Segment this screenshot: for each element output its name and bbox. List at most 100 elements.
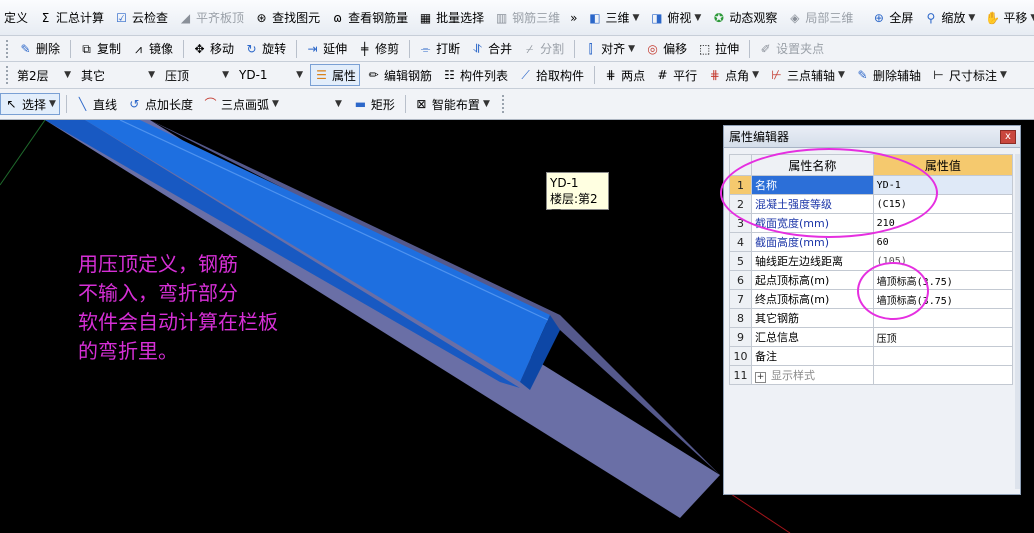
chevron-down-icon: ▼	[296, 70, 303, 80]
view-rebar-button[interactable]: ɷ 查看钢筋量	[326, 7, 412, 29]
component-name-select[interactable]: YD-1 ▼	[236, 65, 306, 85]
align-icon: ⫿	[588, 41, 593, 56]
property-value-field[interactable]	[872, 365, 1014, 385]
property-group-display-style[interactable]: + 显示样式	[750, 365, 874, 385]
sigma-icon: Σ	[41, 10, 50, 25]
copy-button[interactable]: ⧉ 复制	[75, 38, 125, 60]
top-view-button[interactable]: ◨ 俯视 ▼	[645, 7, 705, 29]
component-type-select[interactable]: 其它 ▼	[78, 65, 158, 85]
offset-button[interactable]: ◎ 偏移	[641, 38, 691, 60]
close-button[interactable]: x	[1000, 129, 1016, 144]
chevron-down-icon: ▼	[334, 99, 342, 109]
mirror-icon: ⩘	[135, 41, 142, 56]
property-row-summary-info[interactable]: 9 汇总信息 压顶	[729, 327, 1014, 347]
close-icon: x	[1005, 131, 1011, 142]
extend-button[interactable]: ⇥ 延伸	[301, 38, 351, 60]
properties-button[interactable]: ☰ 属性	[310, 64, 361, 86]
cloud-check-button[interactable]: ☑ 云检查	[110, 7, 172, 29]
property-row-section-height[interactable]: 4 截面高度(mm) 60	[729, 232, 1014, 252]
delete-axis-label: 删除辅轴	[872, 68, 921, 83]
property-row-display-style[interactable]: 11 + 显示样式	[729, 365, 1014, 385]
zoom-fit-icon: ⊕	[873, 10, 884, 25]
offset-label: 偏移	[663, 42, 688, 56]
three-point-arc-button[interactable]: ⌒ 三点画弧 ▼	[199, 93, 283, 115]
point-length-label: 点加长度	[144, 97, 193, 112]
find-element-label: 查找图元	[272, 11, 321, 25]
parallel-axis-icon: #	[657, 68, 668, 82]
dimension-button[interactable]: ⊢ 尺寸标注 ▼	[927, 64, 1011, 86]
arc-mode-select[interactable]: ▼	[285, 94, 345, 114]
toolbar-separator	[70, 39, 72, 58]
parallel-label: 平行	[673, 68, 698, 83]
property-editor-scrollbar[interactable]	[1015, 154, 1020, 489]
property-value-field[interactable]: 压顶	[872, 327, 1014, 347]
edit-rebar-button[interactable]: ✏ 编辑钢筋	[362, 64, 436, 86]
property-name: 显示样式	[770, 369, 815, 382]
grip-point-icon: ✐	[760, 41, 771, 56]
align-slab-top-button[interactable]: ◢ 平齐板顶	[174, 7, 248, 29]
component-category-select[interactable]: 压顶 ▼	[162, 65, 232, 85]
delete-axis-button[interactable]: ✎ 删除辅轴	[851, 64, 925, 86]
chevron-down-icon: ▼	[148, 70, 155, 80]
toolbar-grip[interactable]	[6, 39, 10, 58]
floor-select-value: 第2层	[17, 68, 49, 83]
line-button[interactable]: ╲ 直线	[71, 93, 121, 115]
rotate-button[interactable]: ↻ 旋转	[240, 38, 290, 60]
sum-calc-button[interactable]: Σ 汇总计算	[34, 7, 108, 29]
rebar-3d-button[interactable]: ▥ 钢筋三维	[490, 7, 564, 29]
point-length-button[interactable]: ↺ 点加长度	[123, 93, 197, 115]
set-grip-button[interactable]: ✐ 设置夹点	[754, 38, 828, 60]
full-screen-button[interactable]: ⊕ 全屏	[867, 7, 917, 29]
pick-component-button[interactable]: ⟋ 拾取构件	[514, 64, 588, 86]
three-point-axis-button[interactable]: ⊬ 三点辅轴 ▼	[765, 64, 849, 86]
cloud-check-label: 云检查	[132, 11, 169, 25]
property-row-remarks[interactable]: 10 备注	[729, 346, 1014, 366]
chevron-down-icon: ▼	[271, 99, 279, 109]
local-3d-button[interactable]: ◈ 局部三维	[783, 7, 857, 29]
split-button[interactable]: ⌿ 分割	[518, 38, 568, 60]
trim-button[interactable]: ╪ 修剪	[353, 38, 403, 60]
stretch-button[interactable]: ⬚ 拉伸	[693, 38, 743, 60]
smart-layout-button[interactable]: ⊠ 智能布置 ▼	[410, 93, 494, 115]
smart-layout-icon: ⊠	[416, 97, 427, 111]
row-index: 7	[729, 289, 752, 309]
select-button[interactable]: ↖ 选择 ▼	[0, 93, 60, 115]
floor-select[interactable]: 第2层 ▼	[14, 65, 74, 85]
mirror-button[interactable]: ⩘ 镜像	[127, 38, 177, 60]
property-editor-titlebar[interactable]: 属性编辑器 x	[724, 126, 1020, 148]
extend-label: 延伸	[323, 42, 348, 56]
three-d-button[interactable]: ◧ 三维 ▼	[583, 7, 643, 29]
break-button[interactable]: ⌯ 打断	[414, 38, 464, 60]
rebar-3d-label: 钢筋三维	[512, 11, 561, 25]
overflow-button[interactable]: »	[566, 7, 581, 29]
toolbar-grip[interactable]	[501, 95, 506, 113]
property-name: 轴线距左边线距离	[750, 251, 874, 271]
pan-button[interactable]: ✋平移▼	[981, 7, 1034, 29]
zoom-button[interactable]: ⚲ 缩放 ▼	[919, 7, 979, 29]
rectangle-button[interactable]: ▬ 矩形	[349, 93, 399, 115]
property-value-field[interactable]: 60	[872, 232, 1014, 252]
property-value-field[interactable]	[872, 346, 1014, 366]
move-button[interactable]: ✥ 移动	[188, 38, 238, 60]
local-3d-label: 局部三维	[805, 11, 854, 25]
chevron-down-icon: ▼	[222, 70, 229, 80]
parallel-button[interactable]: # 平行	[651, 64, 701, 86]
two-points-button[interactable]: ⋕ 两点	[599, 64, 649, 86]
three-point-axis-label: 三点辅轴	[787, 68, 836, 83]
annotation-line: 的弯折里。	[78, 339, 178, 363]
align-button[interactable]: ⫿ 对齐 ▼	[579, 38, 639, 60]
component-list-button[interactable]: ☷ 构件列表	[438, 64, 512, 86]
toolbar-grip[interactable]	[6, 66, 10, 84]
chevron-down-icon: ▼	[1000, 70, 1007, 80]
find-element-button[interactable]: ⊛ 查找图元	[250, 7, 324, 29]
delete-button[interactable]: ✎ 删除	[14, 38, 64, 60]
point-angle-button[interactable]: ⋕ 点角 ▼	[703, 64, 763, 86]
chevron-down-icon: ▼	[752, 70, 760, 80]
chevron-down-icon: ▼	[628, 43, 636, 54]
merge-button[interactable]: ⥯ 合并	[466, 38, 516, 60]
batch-select-button[interactable]: ▦ 批量选择	[414, 7, 488, 29]
define-button[interactable]: 定义	[0, 7, 32, 29]
dynamic-view-button[interactable]: ✪ 动态观察	[707, 7, 781, 29]
merge-icon: ⥯	[473, 41, 483, 56]
expand-plus-icon[interactable]: +	[754, 372, 766, 383]
